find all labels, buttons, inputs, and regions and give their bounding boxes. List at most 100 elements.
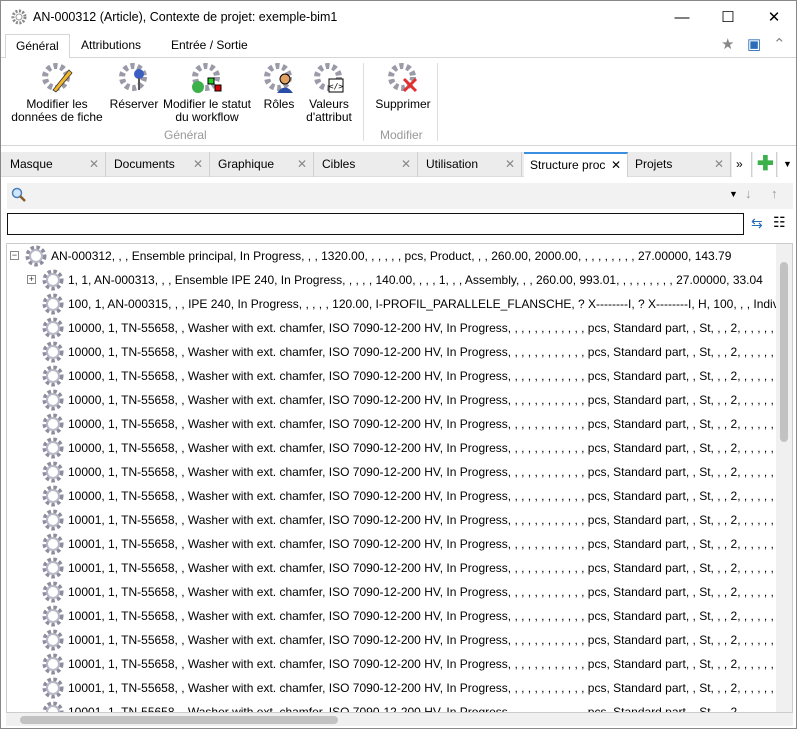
tab-label: Graphique xyxy=(218,157,275,171)
group-separator xyxy=(363,63,364,141)
tree-row[interactable]: 10001, 1, TN-55658, , Washer with ext. c… xyxy=(42,580,787,604)
tree-row[interactable]: 10000, 1, TN-55658, , Washer with ext. c… xyxy=(42,484,787,508)
tree-row[interactable]: 100, 1, AN-000315, , , IPE 240, In Progr… xyxy=(42,292,792,316)
tab-documents[interactable]: Documents ✕ xyxy=(108,152,210,177)
tree-row-text: 10001, 1, TN-55658, , Washer with ext. c… xyxy=(68,609,788,623)
tree-row[interactable]: 10001, 1, TN-55658, , Washer with ext. c… xyxy=(42,604,787,628)
tab-cibles[interactable]: Cibles ✕ xyxy=(316,152,418,177)
tree-row[interactable]: 10000, 1, TN-55658, , Washer with ext. c… xyxy=(42,436,787,460)
delete-button[interactable]: Supprimer xyxy=(371,62,435,111)
tree-row[interactable]: 10001, 1, TN-55658, , Washer with ext. c… xyxy=(42,700,787,712)
tree-row-text: 10001, 1, TN-55658, , Washer with ext. c… xyxy=(68,681,788,695)
gear-code-icon: </> xyxy=(314,63,344,93)
collapse-icon[interactable]: − xyxy=(10,251,19,260)
expand-icon[interactable]: + xyxy=(27,275,36,284)
gear-icon xyxy=(42,629,64,651)
gear-pencil-icon xyxy=(42,63,73,93)
tree-row[interactable]: 10000, 1, TN-55658, , Washer with ext. c… xyxy=(42,388,787,412)
gear-icon xyxy=(42,365,64,387)
ribbon: Modifier les données de fiche Réserver Mo… xyxy=(1,58,796,146)
gear-icon xyxy=(42,653,64,675)
edit-record-button[interactable]: Modifier les données de fiche xyxy=(9,62,105,124)
ribbon-tab-attributions[interactable]: Attributions xyxy=(71,34,151,58)
minimize-button[interactable]: — xyxy=(659,1,705,33)
tree-row-text: 10001, 1, TN-55658, , Washer with ext. c… xyxy=(68,657,788,671)
tab-label: Documents xyxy=(114,157,175,171)
ribbon-tab-entree-sortie[interactable]: Entrée / Sortie xyxy=(161,34,258,58)
tabs-overflow-button[interactable]: » xyxy=(732,152,752,177)
title-bar: AN-000312 (Article), Contexte de projet:… xyxy=(1,1,796,33)
tab-structure-proc[interactable]: Structure proc ✕ xyxy=(524,152,628,177)
collapse-ribbon-icon[interactable]: ⌃ xyxy=(773,35,786,53)
change-workflow-label-2: du workflow xyxy=(175,110,239,124)
tab-utilisation[interactable]: Utilisation ✕ xyxy=(420,152,522,177)
tree-row[interactable]: 10001, 1, TN-55658, , Washer with ext. c… xyxy=(42,556,787,580)
window-layout-icon[interactable]: ▣ xyxy=(747,35,761,53)
search-dropdown-chevron-icon[interactable]: ▼ xyxy=(729,189,738,199)
add-tab-icon[interactable]: ✚ xyxy=(753,152,777,177)
group-separator xyxy=(437,63,438,141)
vertical-scrollbar[interactable] xyxy=(776,244,792,712)
close-icon[interactable]: ✕ xyxy=(193,152,203,176)
search-up-icon[interactable]: ↑ xyxy=(771,186,778,201)
roles-button[interactable]: Rôles xyxy=(259,62,299,111)
tab-projets[interactable]: Projets ✕ xyxy=(629,152,731,177)
gear-icon xyxy=(42,293,64,315)
tree-row[interactable]: AN-000312, , , Ensemble principal, In Pr… xyxy=(25,244,731,268)
change-workflow-status-button[interactable]: Modifier le statut du workflow xyxy=(159,62,255,124)
tree-row-text: 10001, 1, TN-55658, , Washer with ext. c… xyxy=(68,633,788,647)
horizontal-scrollbar[interactable] xyxy=(6,713,793,726)
group-label-modify: Modifier xyxy=(380,128,423,142)
tab-graphique[interactable]: Graphique ✕ xyxy=(212,152,314,177)
tree-row[interactable]: 10000, 1, TN-55658, , Washer with ext. c… xyxy=(42,412,787,436)
tree-row-text: AN-000312, , , Ensemble principal, In Pr… xyxy=(51,249,732,263)
group-label-general: Général xyxy=(164,128,207,142)
vertical-scroll-thumb[interactable] xyxy=(780,262,788,442)
tree-row[interactable]: 10000, 1, TN-55658, , Washer with ext. c… xyxy=(42,460,787,484)
reserve-label: Réserver xyxy=(109,97,159,111)
tree-row[interactable]: 1, 1, AN-000313, , , Ensemble IPE 240, I… xyxy=(42,268,763,292)
structure-tree: − AN-000312, , , Ensemble principal, In P… xyxy=(6,243,793,713)
tree-row[interactable]: 10001, 1, TN-55658, , Washer with ext. c… xyxy=(42,628,787,652)
gear-icon xyxy=(42,437,64,459)
ribbon-tab-general[interactable]: Général xyxy=(5,34,70,59)
gear-icon xyxy=(42,701,64,712)
gear-icon xyxy=(42,581,64,603)
maximize-button[interactable]: ☐ xyxy=(705,1,751,33)
document-tabs: Masque ✕ Documents ✕ Graphique ✕ Cibles ✕ Ut… xyxy=(1,152,796,177)
tab-label: Masque xyxy=(10,157,53,171)
tree-row[interactable]: 10000, 1, TN-55658, , Washer with ext. c… xyxy=(42,364,787,388)
tree-row[interactable]: 10001, 1, TN-55658, , Washer with ext. c… xyxy=(42,532,787,556)
gear-icon xyxy=(42,461,64,483)
close-icon[interactable]: ✕ xyxy=(401,152,411,176)
close-icon[interactable]: ✕ xyxy=(611,154,621,176)
close-icon[interactable]: ✕ xyxy=(505,152,515,176)
tree-row[interactable]: 10001, 1, TN-55658, , Washer with ext. c… xyxy=(42,676,787,700)
tree-row[interactable]: 10001, 1, TN-55658, , Washer with ext. c… xyxy=(42,652,787,676)
expand-tree-icon[interactable]: ☷ xyxy=(773,214,786,231)
tree-row[interactable]: 10000, 1, TN-55658, , Washer with ext. c… xyxy=(42,316,787,340)
tab-label: Structure proc xyxy=(530,158,606,172)
gear-delete-icon xyxy=(388,63,418,93)
gear-icon xyxy=(42,317,64,339)
close-icon[interactable]: ✕ xyxy=(89,152,99,176)
tree-row-text: 10000, 1, TN-55658, , Washer with ext. c… xyxy=(68,489,788,503)
attribute-values-button[interactable]: </> Valeurs d'attribut xyxy=(301,62,357,124)
tab-masque[interactable]: Masque ✕ xyxy=(4,152,106,177)
refresh-icon[interactable]: ⇆ xyxy=(751,215,763,232)
tree-row-text: 10001, 1, TN-55658, , Washer with ext. c… xyxy=(68,561,788,575)
filter-input[interactable] xyxy=(7,213,744,235)
close-icon[interactable]: ✕ xyxy=(714,152,724,176)
search-icon[interactable] xyxy=(11,187,27,203)
close-button[interactable]: ✕ xyxy=(751,1,797,33)
search-down-icon[interactable]: ↓ xyxy=(745,186,752,201)
gear-icon xyxy=(42,605,64,627)
tree-row[interactable]: 10000, 1, TN-55658, , Washer with ext. c… xyxy=(42,340,787,364)
horizontal-scroll-thumb[interactable] xyxy=(20,716,338,724)
close-icon[interactable]: ✕ xyxy=(297,152,307,176)
reserve-button[interactable]: Réserver xyxy=(109,62,159,111)
tree-row[interactable]: 10001, 1, TN-55658, , Washer with ext. c… xyxy=(42,508,787,532)
star-icon[interactable]: ★ xyxy=(721,35,734,53)
tabs-menu-chevron-icon[interactable]: ▼ xyxy=(778,152,796,177)
tree-row-text: 10000, 1, TN-55658, , Washer with ext. c… xyxy=(68,393,788,407)
